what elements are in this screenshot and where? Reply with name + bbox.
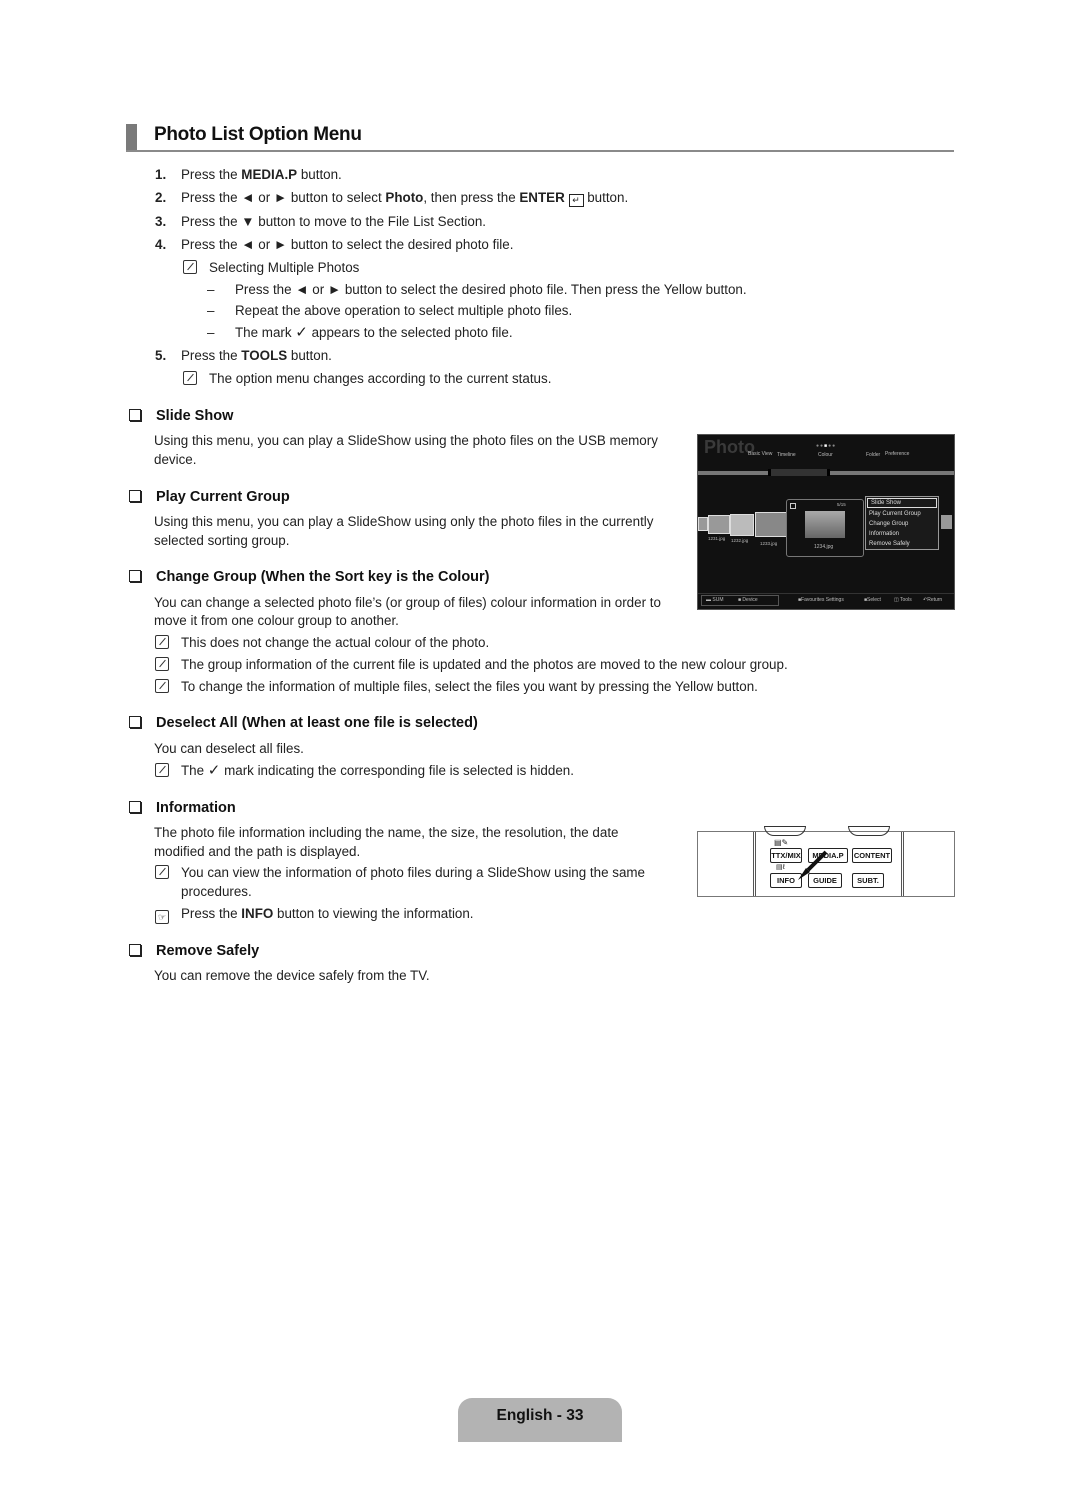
step-5: 5. Press the TOOLS button. [155, 348, 332, 363]
checkbox-bullet-icon [129, 716, 141, 728]
change-group-text-2: move it from one colour group to another… [154, 613, 399, 628]
tv-sort-tab: Preference [885, 451, 910, 457]
information-tip: ☞ Press the INFO button to viewing the in… [155, 905, 474, 924]
information-text-2: modified and the path is displayed. [154, 844, 361, 859]
tv-current-file-card: 5/15 1234.jpg [786, 499, 864, 557]
title-marker [126, 124, 137, 150]
menu-item-slide-show[interactable]: Slide Show [867, 498, 937, 508]
deselect-all-text: You can deselect all files. [154, 741, 304, 756]
thumbnail [708, 515, 730, 534]
current-photo [805, 511, 845, 538]
file-counter: 5/15 [837, 502, 846, 507]
play-current-group-text-1: Using this menu, you can play a SlideSho… [154, 514, 654, 529]
menu-item-remove-safely[interactable]: Remove Safely [866, 539, 938, 549]
step-3: 3. Press the ▼ button to move to the File… [155, 214, 487, 229]
step-4: 4. Press the ◄ or ► button to select the … [155, 237, 514, 252]
checkbox-bullet-icon [129, 570, 141, 582]
remove-safely-text: You can remove the device safely from th… [154, 968, 430, 983]
thumbnail-label: 1231.jpg [708, 536, 726, 541]
tv-sort-bar-highlight [768, 469, 830, 476]
step-4-dash-2: – Repeat the above operation to select mu… [207, 303, 573, 318]
subt-button[interactable]: SUBT. [852, 873, 884, 888]
slide-show-text-2: device. [154, 452, 197, 467]
section-title-bar: Photo List Option Menu [126, 124, 954, 152]
tools-option-menu: Slide Show Play Current Group Change Gro… [865, 496, 939, 550]
select-label: ■Select [864, 597, 881, 603]
section-heading-information: Information [129, 800, 236, 816]
tv-sort-tab: Basic View [748, 451, 773, 457]
checkmark-icon: ✓ [295, 324, 308, 341]
change-group-note-2: The group information of the current fil… [155, 656, 788, 674]
tv-page-dots: ●●■●● [816, 443, 837, 449]
section-heading-remove-safely: Remove Safely [129, 943, 259, 959]
section-heading-change-group: Change Group (When the Sort key is the C… [129, 569, 490, 585]
tv-sort-tab-active: Colour [818, 452, 833, 458]
device-label: ■ Device [738, 597, 758, 603]
page-number-tab: English - 33 [458, 1398, 622, 1442]
remote-body: ▤✎ TTX/MIX MEDIA.P CONTENT ▤ℓ INFO GUIDE… [753, 826, 904, 896]
tools-label: ◫ Tools [894, 597, 912, 603]
step-4-dash-3: – The mark ✓ appears to the selected phot… [207, 324, 513, 341]
section-heading-play-current-group: Play Current Group [129, 489, 290, 505]
tv-sort-tab: Folder [866, 452, 881, 458]
change-group-note-3: To change the information of multiple fi… [155, 678, 758, 696]
thumbnail [698, 517, 708, 531]
thumbnail-label: 1232.jpg [731, 538, 749, 543]
current-file-name: 1234.jpg [814, 544, 834, 550]
step-4-dash-1: – Press the ◄ or ► button to select the d… [207, 282, 747, 297]
change-group-note-1: This does not change the actual colour o… [155, 634, 489, 652]
favourites-settings-label: ■Favourites Settings [798, 597, 844, 603]
page-title: Photo List Option Menu [154, 124, 362, 145]
content-button[interactable]: CONTENT [852, 848, 892, 863]
return-label: ↶Return [923, 597, 943, 603]
step-4-note: Selecting Multiple Photos [183, 259, 359, 277]
step-2: 2. Press the ◄ or ► button to select Phot… [155, 190, 629, 207]
menu-item-change-group[interactable]: Change Group [866, 519, 938, 529]
checkbox-bullet-icon [129, 944, 141, 956]
thumbnail [755, 512, 788, 537]
checkbox-bullet-icon [129, 801, 141, 813]
note-icon [183, 260, 197, 274]
section-heading-deselect-all: Deselect All (When at least one file is … [129, 715, 478, 731]
information-note-2: procedures. [181, 884, 252, 899]
note-icon [155, 635, 169, 649]
remote-control-illustration: ▤✎ TTX/MIX MEDIA.P CONTENT ▤ℓ INFO GUIDE… [697, 826, 955, 897]
play-current-group-text-2: selected sorting group. [154, 533, 290, 548]
thumbnail [941, 515, 952, 529]
deselect-all-note: The ✓ mark indicating the corresponding … [155, 762, 574, 780]
checkbox-bullet-icon [129, 409, 141, 421]
sum-label: ▬ SUM [706, 597, 724, 603]
page-number: English - 33 [496, 1407, 584, 1424]
note-icon [155, 679, 169, 693]
thumbnail [730, 514, 754, 536]
teletext-icon: ▤✎ [774, 838, 789, 847]
step-5-note: The option menu changes according to the… [183, 370, 551, 388]
remote-hand-icon: ☞ [155, 910, 169, 924]
info-sub-icon: ▤ℓ [776, 864, 785, 871]
checkbox-bullet-icon [129, 490, 141, 502]
information-note-1: You can view the information of photo fi… [155, 864, 645, 882]
tv-footer: ▬ SUM ■ Device ■Favourites Settings ■Sel… [698, 593, 954, 608]
note-icon [155, 865, 169, 879]
checkmark-icon: ✓ [207, 762, 221, 779]
step-1: 1. Press the MEDIA.P button. [155, 167, 342, 182]
note-icon [155, 763, 169, 777]
change-group-text-1: You can change a selected photo file’s (… [154, 595, 661, 610]
slide-show-text-1: Using this menu, you can play a SlideSho… [154, 433, 658, 448]
note-icon [155, 657, 169, 671]
menu-item-play-current-group[interactable]: Play Current Group [866, 509, 938, 519]
section-heading-slide-show: Slide Show [129, 408, 233, 424]
note-icon [183, 371, 197, 385]
menu-item-information[interactable]: Information [866, 529, 938, 539]
enter-icon: ↵ [568, 194, 584, 207]
select-checkbox-icon [790, 503, 796, 509]
tv-sort-tab: Timeline [777, 452, 796, 458]
thumbnail-label: 1233.jpg [760, 541, 778, 546]
information-text-1: The photo file information including the… [154, 825, 619, 840]
tv-screen-illustration: Photo Basic View Timeline Colour Folder … [697, 434, 955, 610]
pointer-arrow-icon [798, 850, 828, 880]
